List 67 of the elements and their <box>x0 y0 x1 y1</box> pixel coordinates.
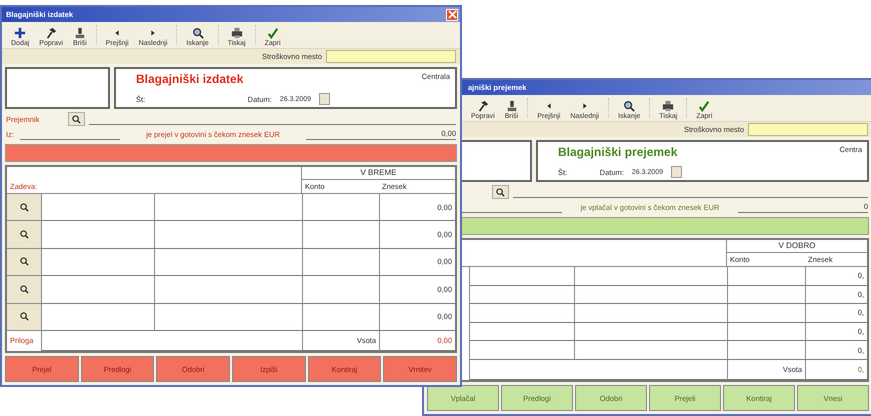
search-button[interactable] <box>7 194 41 222</box>
plus-icon <box>14 27 26 39</box>
search-icon <box>20 230 28 240</box>
attachment-field[interactable] <box>469 360 727 380</box>
account-field[interactable] <box>727 304 805 323</box>
code-field[interactable] <box>41 276 154 304</box>
code-field[interactable] <box>469 341 574 360</box>
document-title: Blagajniški prejemek <box>558 145 678 159</box>
search-icon <box>72 114 81 124</box>
description-field[interactable] <box>154 248 302 276</box>
account-field[interactable] <box>727 267 805 286</box>
code-field[interactable] <box>41 221 154 249</box>
printer-icon <box>230 27 243 39</box>
search-button[interactable] <box>7 276 41 304</box>
side-title: V BREME <box>302 167 455 180</box>
description-field[interactable] <box>154 276 302 304</box>
cost-center-field[interactable] <box>326 50 456 63</box>
description-field[interactable] <box>574 267 727 286</box>
attachment-field[interactable] <box>41 330 302 351</box>
code-field[interactable] <box>469 322 574 342</box>
search-button[interactable] <box>7 248 41 276</box>
cost-center-field[interactable] <box>748 123 868 136</box>
close-icon <box>448 10 456 19</box>
account-field[interactable] <box>302 221 379 249</box>
code-field[interactable] <box>469 267 574 286</box>
search-icon <box>623 100 636 112</box>
search-button[interactable] <box>7 221 41 249</box>
description-field[interactable] <box>574 322 727 342</box>
description-field[interactable] <box>574 341 727 360</box>
code-field[interactable] <box>41 248 154 276</box>
code-field[interactable] <box>469 286 574 304</box>
description-field[interactable] <box>574 286 727 304</box>
account-field[interactable] <box>302 276 379 304</box>
checkmark-icon <box>266 27 279 39</box>
search-button[interactable] <box>7 304 41 331</box>
account-field[interactable] <box>727 322 805 342</box>
description-field[interactable] <box>154 194 302 222</box>
code-field[interactable] <box>469 304 574 323</box>
date-picker-button[interactable] <box>319 93 330 105</box>
account-field[interactable] <box>727 286 805 304</box>
search-icon <box>20 284 28 294</box>
search-icon <box>496 188 505 196</box>
search-button[interactable] <box>68 112 85 126</box>
account-field[interactable] <box>302 194 379 222</box>
search-icon <box>192 27 204 39</box>
search-icon <box>20 312 28 322</box>
search-icon <box>20 202 28 212</box>
account-field[interactable] <box>302 248 379 276</box>
hammer-icon <box>45 27 58 39</box>
side-title: V DOBRO <box>727 240 867 253</box>
description-field[interactable] <box>154 221 302 249</box>
account-field[interactable] <box>302 304 379 331</box>
checkmark-icon <box>698 100 710 112</box>
date-picker-button[interactable] <box>671 166 682 178</box>
document-title: Blagajniški izdatek <box>136 72 244 86</box>
code-field[interactable] <box>41 304 154 331</box>
stamp-icon <box>74 27 86 39</box>
search-icon <box>20 257 28 266</box>
stamp-icon <box>506 100 518 112</box>
printer-icon <box>662 100 674 112</box>
code-field[interactable] <box>41 194 154 222</box>
hammer-icon <box>476 100 489 112</box>
close-button[interactable] <box>446 8 458 20</box>
search-button[interactable] <box>492 185 509 199</box>
account-field[interactable] <box>727 341 805 360</box>
description-field[interactable] <box>154 304 302 331</box>
description-field[interactable] <box>574 304 727 323</box>
